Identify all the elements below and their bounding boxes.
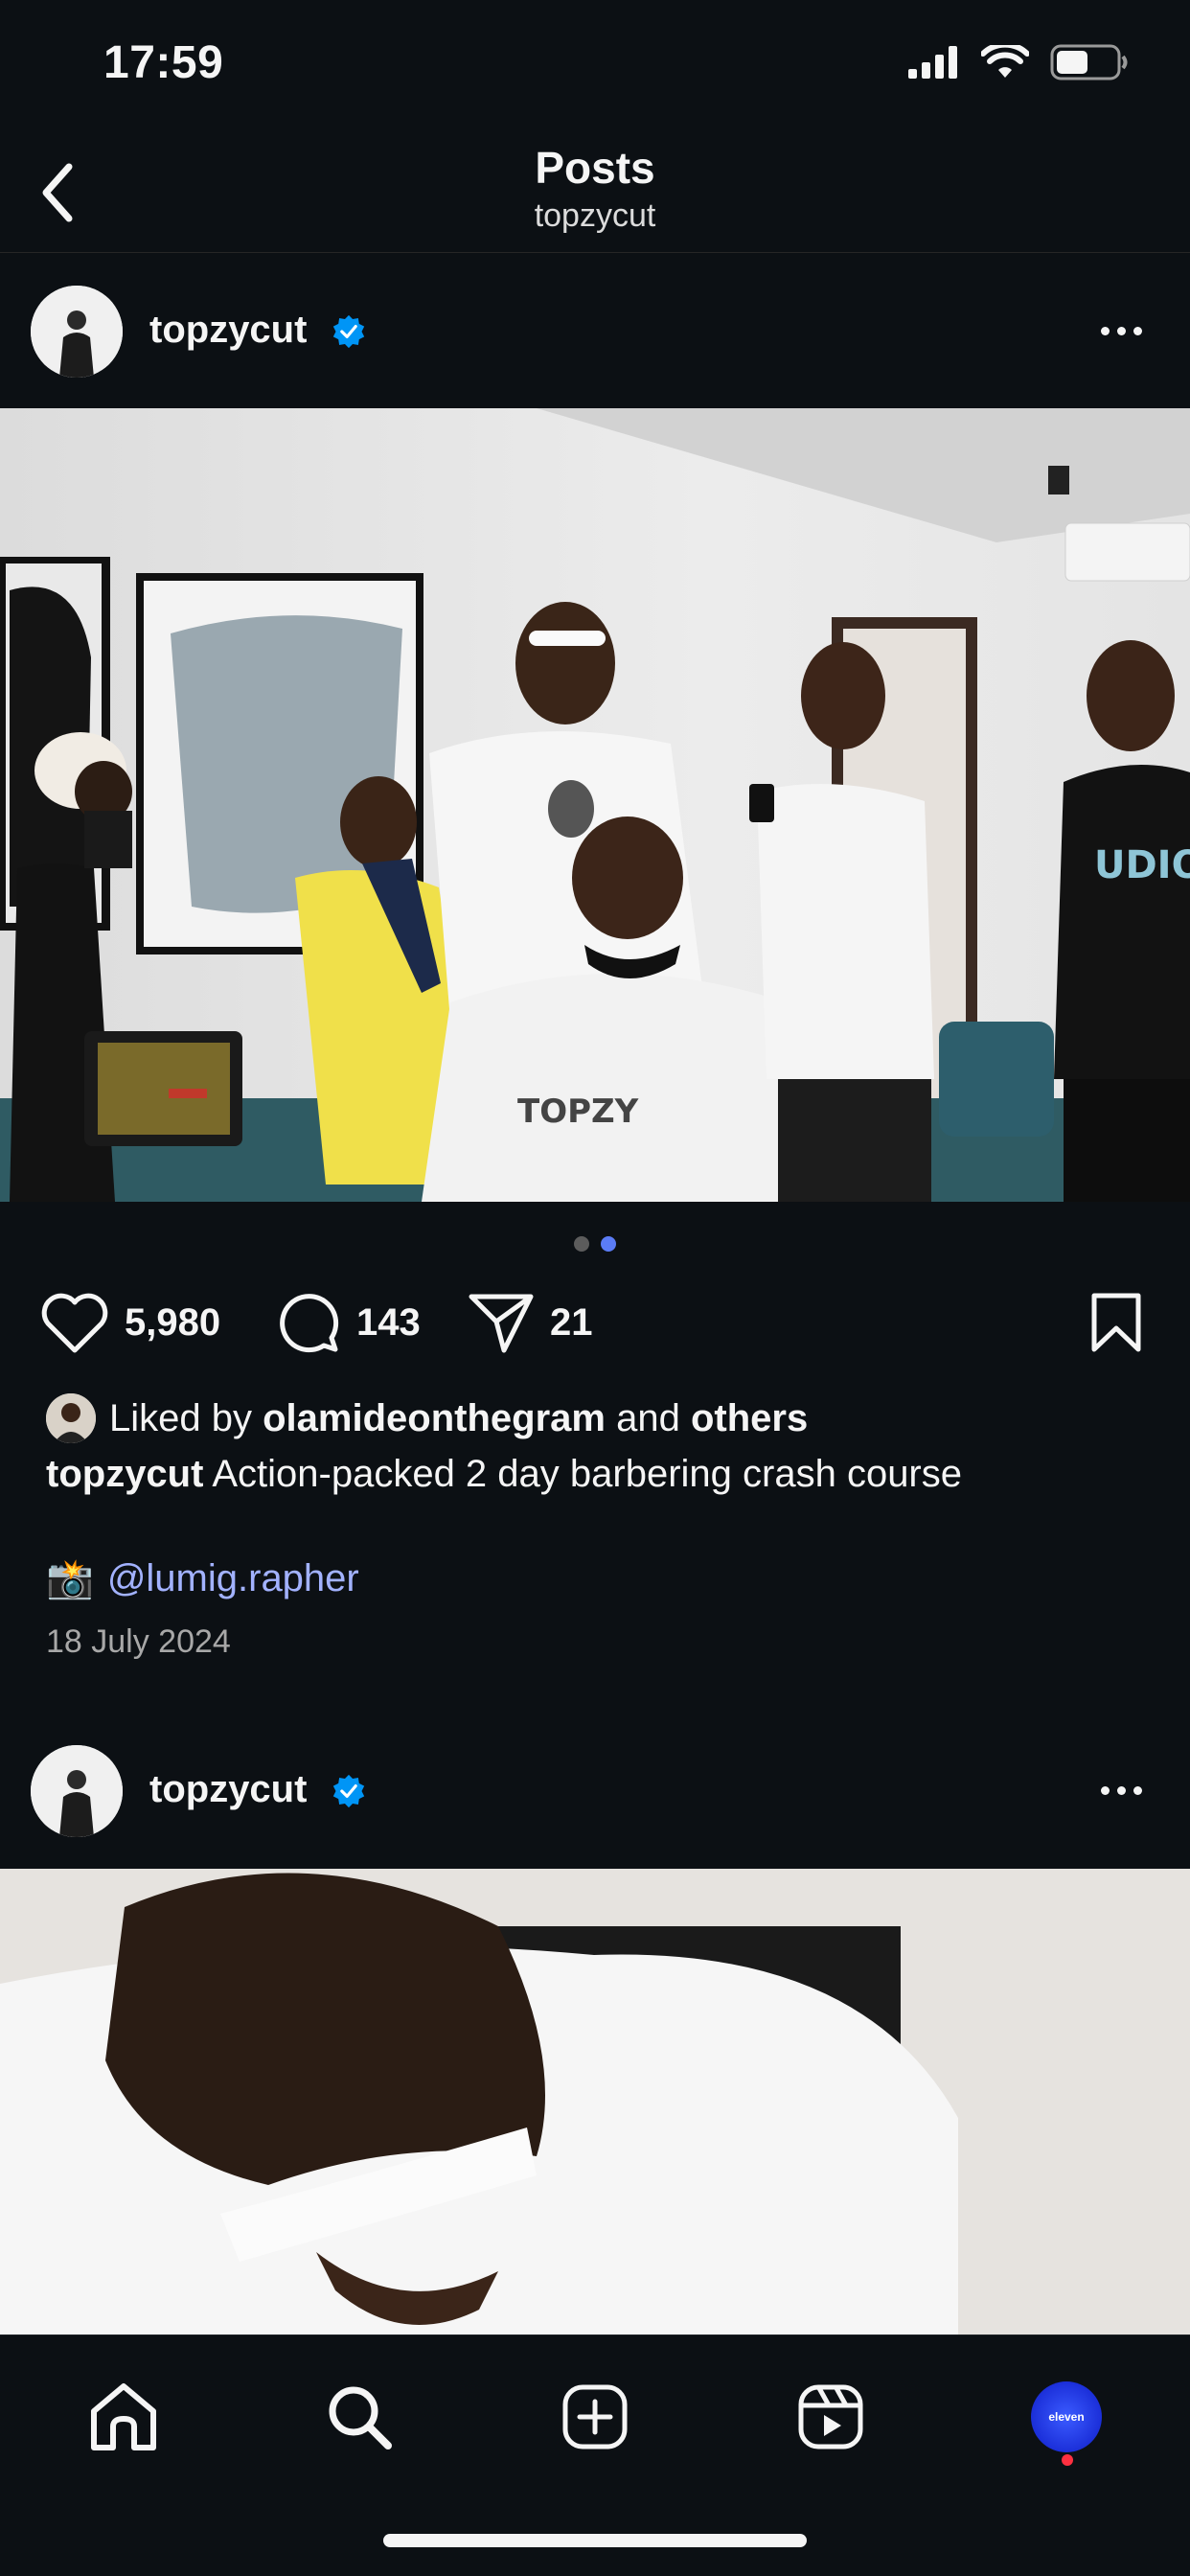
liked-by-others[interactable]: others — [691, 1397, 808, 1440]
home-indicator — [383, 2534, 807, 2547]
svg-text:TOPZY: TOPZY — [517, 1092, 639, 1131]
dot — [1116, 326, 1126, 335]
nav-home[interactable] — [80, 2374, 167, 2460]
post-header: topzycut — [0, 1724, 1190, 1868]
post-header: topzycut — [0, 264, 1190, 408]
reels-icon — [798, 2384, 863, 2450]
mention-link[interactable]: @lumig.rapher — [107, 1557, 359, 1600]
status-icons — [908, 44, 1129, 80]
liked-by-prefix: Liked by — [109, 1396, 252, 1439]
comment-icon — [280, 1294, 339, 1353]
search-icon — [329, 2386, 392, 2450]
save-button[interactable] — [1088, 1292, 1144, 1358]
profile-avatar-label: eleven — [1048, 2410, 1085, 2424]
battery-icon — [1050, 44, 1128, 80]
camera-flash-icon: 📸 — [46, 1558, 94, 1600]
carousel-dot — [574, 1236, 589, 1252]
page-subtitle: topzycut — [534, 197, 656, 234]
comment-button[interactable]: 143 — [276, 1284, 421, 1361]
notification-dot — [1062, 2454, 1073, 2466]
nav-search[interactable] — [316, 2374, 402, 2460]
liked-by[interactable]: Liked by olamideonthegram and others — [46, 1393, 808, 1443]
more-options-button[interactable] — [1087, 307, 1156, 355]
liked-by-avatar — [46, 1393, 96, 1443]
status-time: 17:59 — [103, 37, 224, 88]
page-title: Posts — [535, 143, 655, 193]
send-icon — [469, 1294, 534, 1353]
like-button[interactable]: 5,980 — [40, 1284, 220, 1361]
dot — [1100, 326, 1110, 335]
more-options-button[interactable] — [1087, 1766, 1156, 1814]
comment-count: 143 — [356, 1300, 421, 1344]
wifi-icon — [981, 45, 1029, 78]
share-button[interactable]: 21 — [468, 1284, 593, 1361]
caption-username[interactable]: topzycut — [46, 1453, 203, 1495]
status-bar: 17:59 — [0, 0, 1190, 134]
profile-avatar: eleven — [1031, 2381, 1102, 2452]
caption-credit: 📸 @lumig.rapher — [46, 1556, 359, 1601]
home-icon — [91, 2383, 156, 2450]
cellular-signal-icon — [908, 46, 957, 79]
dot — [1133, 1785, 1142, 1795]
heart-icon — [41, 1293, 108, 1353]
nav-profile[interactable]: eleven — [1023, 2374, 1110, 2460]
post-date: 18 July 2024 — [46, 1623, 231, 1660]
liked-by-user[interactable]: olamideonthegram — [263, 1397, 606, 1440]
svg-text:UDIO: UDIO — [1094, 843, 1190, 887]
dot — [1100, 1785, 1110, 1795]
post-actions: 5,980 143 21 — [0, 1284, 1190, 1361]
like-count: 5,980 — [125, 1300, 221, 1344]
caption-text: Action-packed 2 day barbering crash cour… — [212, 1453, 962, 1495]
avatar[interactable] — [31, 286, 123, 378]
post-photo[interactable] — [0, 1869, 1190, 2334]
carousel-dot-active — [601, 1236, 616, 1252]
post-username[interactable]: topzycut — [149, 1768, 307, 1811]
posts-header: Posts topzycut — [0, 134, 1190, 253]
verified-badge-icon — [332, 314, 365, 349]
verified-badge-icon — [332, 1774, 365, 1808]
post-photo[interactable]: TOPZY UDIO — [0, 408, 1190, 1202]
carousel-indicator — [0, 1236, 1190, 1252]
avatar[interactable] — [31, 1745, 123, 1837]
liked-by-and: and — [616, 1396, 680, 1439]
share-count: 21 — [550, 1300, 593, 1344]
create-icon — [562, 2384, 628, 2450]
post-username[interactable]: topzycut — [149, 309, 307, 352]
post-caption: topzycut Action-packed 2 day barbering c… — [46, 1453, 962, 1496]
dot — [1133, 326, 1142, 335]
nav-reels[interactable] — [788, 2374, 874, 2460]
bookmark-icon — [1091, 1293, 1141, 1352]
nav-create[interactable] — [552, 2374, 638, 2460]
dot — [1116, 1785, 1126, 1795]
